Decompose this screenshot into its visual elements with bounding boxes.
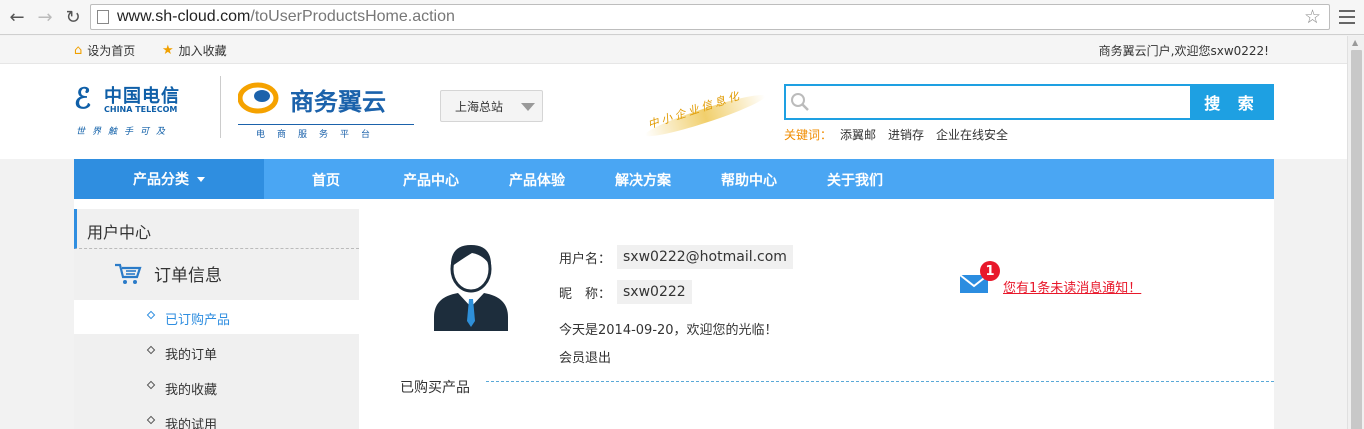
sidebar-item-my-trials[interactable]: 我的试用 <box>74 405 359 429</box>
china-telecom-logo[interactable]: ℰ 中国电信 CHINA TELECOM 世界触手可及 <box>74 80 214 138</box>
nav-item-product-center[interactable]: 产品中心 <box>403 170 459 190</box>
caret-down-icon <box>197 176 205 182</box>
sidebar-item-my-favorites[interactable]: 我的收藏 <box>74 370 359 404</box>
sidebar-section-orders: 订单信息 <box>114 261 222 286</box>
nickname-value: sxw0222 <box>617 280 692 304</box>
sw-logo-sub: 电商服务平台 <box>256 130 383 140</box>
telecom-mark-icon: ℰ <box>74 82 91 115</box>
username-value: sxw0222@hotmail.com <box>617 245 793 269</box>
diamond-bullet-icon <box>146 310 156 320</box>
sidebar-title: 用户中心 <box>74 209 359 249</box>
browser-menu-icon[interactable] <box>1336 6 1358 28</box>
search-input[interactable] <box>784 84 1192 120</box>
sidebar-item-label: 我的收藏 <box>165 383 218 398</box>
ct-logo-en: CHINA TELECOM <box>104 105 178 114</box>
diamond-bullet-icon <box>146 345 156 355</box>
search-icon <box>791 93 809 111</box>
section-divider <box>486 381 1274 382</box>
nav-item-product-trial[interactable]: 产品体验 <box>509 170 565 190</box>
sidebar-item-purchased-products[interactable]: 已订购产品 <box>74 300 359 334</box>
product-category-menu[interactable]: 产品分类 <box>74 159 264 199</box>
nickname-label: 昵 称： <box>559 286 612 302</box>
logout-link[interactable]: 会员退出 <box>559 347 611 366</box>
user-avatar-icon <box>434 245 508 331</box>
unread-message-link[interactable]: 您有1条未读消息通知！ <box>1003 277 1141 296</box>
set-home-link[interactable]: ⌂ 设为首页 <box>74 42 135 59</box>
station-dropdown[interactable]: 上海总站 <box>440 90 543 122</box>
site-header: ℰ 中国电信 CHINA TELECOM 世界触手可及 商务翼云 电商服务平台 … <box>0 64 1347 159</box>
shangwu-yiyun-logo[interactable]: 商务翼云 电商服务平台 <box>238 80 418 140</box>
scroll-thumb[interactable] <box>1351 50 1362 429</box>
user-sidebar: 用户中心 订单信息 已订购产品 我的订单 我的收藏 我的试用 <box>74 209 359 429</box>
cart-icon <box>115 263 142 284</box>
keywords-label: 关键词： <box>784 128 833 142</box>
address-bar[interactable]: www.sh-cloud.com/toUserProductsHome.acti… <box>90 4 1330 30</box>
sidebar-item-label: 我的试用 <box>165 418 218 429</box>
nav-item-help[interactable]: 帮助中心 <box>721 170 777 190</box>
nav-item-solutions[interactable]: 解决方案 <box>615 170 671 190</box>
sidebar-item-my-orders[interactable]: 我的订单 <box>74 335 359 369</box>
unread-badge: 1 <box>980 261 1000 281</box>
sidebar-title-label: 用户中心 <box>87 223 152 242</box>
sidebar-section-label: 订单信息 <box>154 266 222 286</box>
logo-divider <box>220 76 221 138</box>
tagline-graphic: 中小企业信息化 <box>637 71 776 159</box>
username-label: 用户名： <box>559 251 612 267</box>
greeting-text: 今天是2014-09-20，欢迎您的光临！ <box>559 323 778 338</box>
set-home-label: 设为首页 <box>87 44 136 58</box>
welcome-text: 商务翼云门户,欢迎您sxw0222! <box>1098 44 1269 58</box>
forward-arrow-icon[interactable]: → <box>34 6 56 28</box>
diamond-bullet-icon <box>146 415 156 425</box>
purchased-products-title: 已购买产品 <box>400 377 476 397</box>
ct-slogan: 世界触手可及 <box>76 127 173 137</box>
sw-logo-cn: 商务翼云 <box>290 88 386 116</box>
home-icon: ⌂ <box>74 43 83 58</box>
chevron-down-icon <box>521 103 535 111</box>
keyword-link[interactable]: 进销存 <box>888 126 924 143</box>
search-keywords: 关键词： 添翼邮 进销存 企业在线安全 <box>784 126 1020 143</box>
page-icon <box>97 10 109 24</box>
bookmark-star-icon[interactable]: ☆ <box>1304 6 1321 28</box>
keyword-link[interactable]: 企业在线安全 <box>936 126 1008 143</box>
site-topbar: ⌂ 设为首页 ★ 加入收藏 商务翼云门户,欢迎您sxw0222! <box>0 36 1347 64</box>
keyword-link[interactable]: 添翼邮 <box>840 126 876 143</box>
reload-icon[interactable]: ↻ <box>62 6 84 28</box>
sidebar-item-label: 我的订单 <box>165 348 218 363</box>
main-nav: 产品分类 首页 产品中心 产品体验 解决方案 帮助中心 关于我们 <box>74 159 1274 199</box>
nav-item-about[interactable]: 关于我们 <box>827 170 883 190</box>
add-favorite-label: 加入收藏 <box>178 44 227 58</box>
station-label: 上海总站 <box>455 100 504 114</box>
purchased-products-section: 已购买产品 <box>400 377 1274 397</box>
url-text: www.sh-cloud.com/toUserProductsHome.acti… <box>117 8 455 25</box>
browser-toolbar: ← → ↻ www.sh-cloud.com/toUserProductsHom… <box>0 0 1364 35</box>
back-arrow-icon[interactable]: ← <box>6 6 28 28</box>
sidebar-item-label: 已订购产品 <box>165 313 231 328</box>
star-icon: ★ <box>162 43 174 58</box>
scroll-up-arrow-icon[interactable]: ▲ <box>1352 38 1358 47</box>
diamond-bullet-icon <box>146 380 156 390</box>
username-row: 用户名： sxw0222@hotmail.com <box>559 245 793 269</box>
nickname-row: 昵 称： sxw0222 <box>559 280 692 304</box>
nav-item-home[interactable]: 首页 <box>312 170 340 190</box>
logo-rule <box>238 124 414 125</box>
swirl-logo-icon <box>238 82 279 114</box>
main-content: 用户中心 订单信息 已订购产品 我的订单 我的收藏 我的试用 用户名： sxw0… <box>74 199 1274 429</box>
page-scrollbar[interactable]: ▲ <box>1347 36 1364 429</box>
add-favorite-link[interactable]: ★ 加入收藏 <box>162 42 227 59</box>
search-button[interactable]: 搜 索 <box>1190 84 1274 120</box>
product-category-label: 产品分类 <box>133 172 189 188</box>
